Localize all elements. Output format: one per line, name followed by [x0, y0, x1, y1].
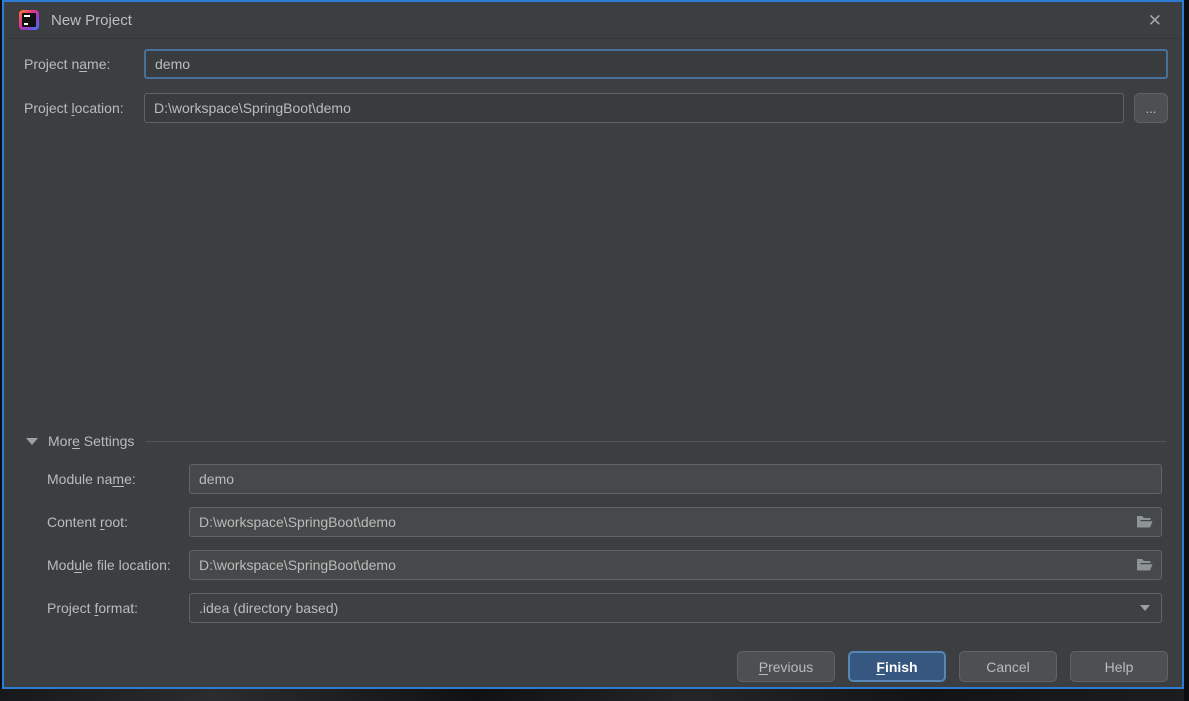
browse-location-button[interactable]: ...	[1134, 93, 1168, 123]
project-format-value: .idea (directory based)	[199, 600, 339, 616]
project-format-select[interactable]: .idea (directory based)	[189, 593, 1162, 623]
module-file-location-label: Module file location:	[47, 557, 171, 573]
folder-icon[interactable]	[1136, 558, 1153, 572]
dropdown-arrow-icon[interactable]	[1140, 605, 1150, 611]
project-location-label: Project location:	[24, 100, 124, 116]
help-button[interactable]: Help	[1070, 651, 1168, 682]
project-location-row: Project location: ...	[24, 93, 1168, 123]
background-strip-bottom	[0, 689, 1189, 701]
content-root-label: Content root:	[47, 514, 128, 530]
project-format-label: Project format:	[47, 600, 139, 616]
content-root-input[interactable]	[189, 507, 1162, 537]
finish-button[interactable]: Finish	[848, 651, 946, 682]
module-name-label: Module name:	[47, 471, 136, 487]
intellij-idea-logo-icon	[19, 10, 39, 30]
close-icon[interactable]: ✕	[1142, 10, 1168, 31]
content-root-row: Content root:	[47, 507, 1162, 537]
background-strip-right	[1184, 0, 1189, 701]
folder-icon[interactable]	[1136, 515, 1153, 529]
module-name-input[interactable]	[189, 464, 1162, 494]
previous-button[interactable]: Previous	[737, 651, 835, 682]
project-name-label: Project name:	[24, 56, 111, 72]
chevron-down-icon[interactable]	[26, 437, 38, 445]
module-name-row: Module name:	[47, 464, 1162, 494]
cancel-button[interactable]: Cancel	[959, 651, 1057, 682]
new-project-dialog: New Project ✕ Project name: Project loca…	[2, 0, 1184, 689]
project-format-row: Project format: .idea (directory based)	[47, 593, 1162, 623]
project-name-input[interactable]	[144, 49, 1168, 79]
title-bar: New Project ✕	[4, 2, 1182, 39]
module-file-location-input[interactable]	[189, 550, 1162, 580]
project-location-input[interactable]	[144, 93, 1124, 123]
section-separator	[146, 440, 1166, 442]
project-name-row: Project name:	[24, 49, 1168, 79]
desktop-background: New Project ✕ Project name: Project loca…	[0, 0, 1189, 701]
more-settings-label[interactable]: More Settings	[48, 433, 134, 449]
module-file-location-row: Module file location:	[47, 550, 1162, 580]
more-settings-header[interactable]: More Settings	[26, 433, 1166, 449]
dialog-button-bar: Previous Finish Cancel Help	[4, 651, 1168, 682]
dialog-title: New Project	[51, 11, 132, 29]
